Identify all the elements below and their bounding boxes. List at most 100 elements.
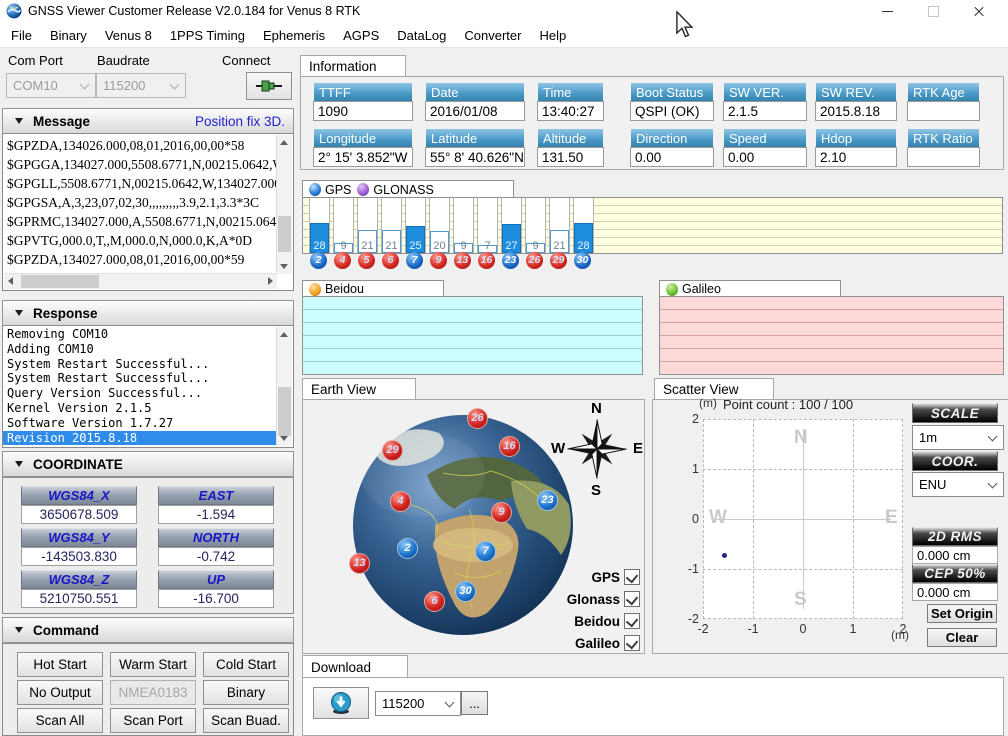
x-unit-label: (m) <box>891 628 909 642</box>
scroll-right-icon[interactable] <box>268 277 273 285</box>
command-nmea0183[interactable]: NMEA0183 <box>110 680 196 705</box>
baudrate-select[interactable]: 115200 <box>96 73 186 98</box>
com-port-select[interactable]: COM10 <box>6 73 96 98</box>
info-label-time: Time <box>538 83 603 101</box>
scroll-thumb[interactable] <box>278 387 291 437</box>
clear-button[interactable]: Clear <box>927 628 997 647</box>
response-line[interactable]: System Restart Successful... <box>3 357 277 372</box>
sat-id-badge: 23 <box>502 252 519 269</box>
menu-venus-8[interactable]: Venus 8 <box>96 25 161 46</box>
message-hscrollbar[interactable] <box>4 273 277 289</box>
command-warm-start[interactable]: Warm Start <box>110 652 196 677</box>
response-line[interactable]: System Restart Successful... <box>3 371 277 386</box>
scroll-up-icon[interactable] <box>280 332 288 337</box>
coor-select[interactable]: ENU <box>912 472 1004 497</box>
response-header[interactable]: Response <box>2 300 294 326</box>
menu-ephemeris[interactable]: Ephemeris <box>254 25 334 46</box>
sat-column: 21 <box>357 198 378 253</box>
menu-1pps-timing[interactable]: 1PPS Timing <box>161 25 254 46</box>
response-listbox[interactable]: Removing COM10Adding COM10System Restart… <box>2 325 294 448</box>
tab-download[interactable]: Download <box>302 655 408 678</box>
plot-s-label: S <box>794 589 807 611</box>
command-scan-all[interactable]: Scan All <box>17 708 103 733</box>
scroll-thumb[interactable] <box>21 275 99 288</box>
response-line[interactable]: Software Version 1.7.27 <box>3 416 277 431</box>
minimize-button[interactable] <box>864 0 910 23</box>
sat-column: 9 <box>453 198 474 253</box>
command-header[interactable]: Command <box>2 617 294 643</box>
coordinate-label-wgs84_y: WGS84_Y <box>21 528 137 547</box>
response-line[interactable]: Removing COM10 <box>3 327 277 342</box>
sat-snr-value: 9 <box>334 240 353 252</box>
nmea-line: $GPVTG,000.0,T,,M,000.0,N,000.0,K,A*0D <box>3 231 277 250</box>
response-line[interactable]: Revision 2015.8.18 <box>3 431 277 446</box>
scroll-down-icon[interactable] <box>280 264 288 269</box>
message-header[interactable]: Message Position fix 3D. <box>2 108 294 134</box>
checkbox-label: Galileo <box>575 636 620 651</box>
info-value-time: 13:40:27 <box>537 101 604 121</box>
browse-button[interactable]: ... <box>461 691 488 715</box>
coordinate-header[interactable]: COORDINATE <box>2 451 294 477</box>
menu-binary[interactable]: Binary <box>41 25 96 46</box>
chevron-down-icon <box>445 698 455 708</box>
command-hot-start[interactable]: Hot Start <box>17 652 103 677</box>
maximize-button[interactable] <box>910 0 956 23</box>
command-no-output[interactable]: No Output <box>17 680 103 705</box>
info-label-direction: Direction <box>631 129 713 147</box>
scroll-thumb[interactable] <box>278 216 291 252</box>
menu-agps[interactable]: AGPS <box>334 25 388 46</box>
message-listbox[interactable]: $GPZDA,134026.000,08,01,2016,00,00*58$GP… <box>2 133 294 291</box>
app-icon <box>6 3 22 19</box>
connect-button[interactable] <box>246 72 292 100</box>
checkbox[interactable] <box>624 591 640 607</box>
message-vscrollbar[interactable] <box>276 135 292 274</box>
scroll-up-icon[interactable] <box>280 140 288 145</box>
sat-snr-value: 25 <box>406 240 425 252</box>
download-button[interactable] <box>313 687 369 719</box>
menu-file[interactable]: File <box>2 25 41 46</box>
constellation-toggle-galileo: Galileo <box>575 634 640 652</box>
tab-earth-view[interactable]: Earth View <box>302 378 416 400</box>
satellite-marker-29: 29 <box>382 440 403 461</box>
sat-snr-value: 9 <box>454 240 473 252</box>
checkbox[interactable] <box>624 635 640 651</box>
satellite-marker-13: 13 <box>349 553 370 574</box>
scroll-left-icon[interactable] <box>8 277 13 285</box>
scale-select[interactable]: 1m <box>912 425 1004 450</box>
download-baudrate-select[interactable]: 115200 <box>375 691 461 716</box>
nmea-line: $GPGSA,A,3,23,07,02,30,,,,,,,,,3.9,2.1,3… <box>3 193 277 212</box>
y-axis <box>803 429 804 609</box>
sat-snr-value: 27 <box>502 240 521 252</box>
scroll-down-icon[interactable] <box>280 436 288 441</box>
compass-e-label: E <box>633 440 643 457</box>
menu-converter[interactable]: Converter <box>455 25 530 46</box>
checkbox[interactable] <box>624 569 640 585</box>
response-line[interactable]: Adding COM10 <box>3 342 277 357</box>
command-scan-port[interactable]: Scan Port <box>110 708 196 733</box>
cep-value: 0.000 cm <box>912 583 998 601</box>
satellite-marker-7: 7 <box>475 541 496 562</box>
info-value-hdop: 2.10 <box>815 147 897 167</box>
close-button[interactable] <box>956 0 1002 23</box>
command-scan-buad-[interactable]: Scan Buad. <box>203 708 289 733</box>
menu-help[interactable]: Help <box>530 25 575 46</box>
tab-information[interactable]: Information <box>300 55 406 77</box>
response-line[interactable]: Kernel Version 2.1.5 <box>3 401 277 416</box>
info-value-rtk-age <box>907 101 980 121</box>
command-cold-start[interactable]: Cold Start <box>203 652 289 677</box>
point-count-label: Point count : 100 / 100 <box>723 397 853 412</box>
menu-datalog[interactable]: DataLog <box>388 25 455 46</box>
checkbox[interactable] <box>624 613 640 629</box>
sat-column: 28 <box>309 198 330 253</box>
sat-snr-value: 20 <box>430 240 449 252</box>
chevron-down-icon <box>170 80 180 90</box>
plot-w-label: W <box>709 507 727 529</box>
app-window: GNSS Viewer Customer Release V2.0.184 fo… <box>0 0 1008 736</box>
command-binary[interactable]: Binary <box>203 680 289 705</box>
response-line[interactable]: Query Version Successful... <box>3 386 277 401</box>
response-vscrollbar[interactable] <box>276 327 292 446</box>
sat-column: 7 <box>477 198 498 253</box>
plot-e-label: E <box>885 507 898 529</box>
set-origin-button[interactable]: Set Origin <box>927 604 997 623</box>
sat-snr-value: 21 <box>550 240 569 252</box>
